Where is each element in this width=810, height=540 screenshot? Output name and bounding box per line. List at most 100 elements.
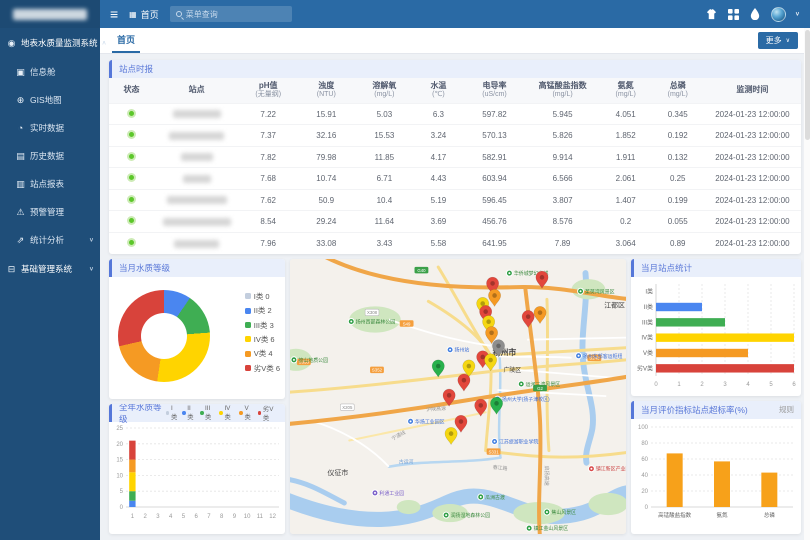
- sidebar-nav: ◉地表水质量监测系统∧▣信息舱⊕GIS地图◔实时数据▤历史数据▥站点报表⚠预警管…: [0, 28, 100, 284]
- table-cell: 7.62: [239, 189, 297, 211]
- sidebar-item-0-2[interactable]: ◔实时数据: [0, 114, 100, 142]
- table-cell: 50.9: [297, 189, 355, 211]
- layout-dashboard-icon[interactable]: [727, 8, 740, 21]
- table-cell: 79.98: [297, 146, 355, 168]
- table-row[interactable]: 8.5429.2411.643.69456.768.5760.20.055202…: [109, 211, 801, 233]
- svg-text:1: 1: [677, 382, 681, 388]
- legend-item[interactable]: III类 3: [245, 320, 280, 331]
- table-row[interactable]: 7.6250.910.45.19596.453.8071.4070.199202…: [109, 189, 801, 211]
- legend-item[interactable]: IV类: [219, 405, 235, 421]
- legend-item[interactable]: I类 0: [245, 291, 280, 302]
- legend-dot: [245, 351, 251, 357]
- legend-dot: [239, 411, 243, 415]
- table-cell: 29.24: [297, 211, 355, 233]
- month-grade-title: 当月水质等级: [119, 262, 170, 274]
- sidebar-group-1[interactable]: ⊟基础管理系统∨: [0, 254, 100, 284]
- map-poi[interactable]: 焦山风景区: [544, 509, 576, 516]
- exceed-rate-chart: 020406080100高锰酸盐指数氨氮总磷: [631, 419, 801, 530]
- legend-item[interactable]: III类: [200, 405, 215, 421]
- user-avatar[interactable]: [771, 7, 786, 22]
- exceed-rate-header: 当月评价指标站点超标率(%) 规则: [631, 401, 801, 419]
- map-poi[interactable]: 江苏旅游职业学院: [492, 438, 539, 445]
- svg-text:20: 20: [641, 489, 648, 495]
- legend-item[interactable]: II类: [182, 405, 196, 421]
- table-cell: 570.13: [463, 125, 525, 147]
- svg-text:3: 3: [723, 382, 727, 388]
- table-cell: 603.94: [463, 168, 525, 190]
- map-poi[interactable]: 扬州西部森林公园: [348, 318, 395, 325]
- svg-text:4: 4: [169, 514, 173, 520]
- breadcrumb[interactable]: ▦ 首页: [129, 8, 159, 21]
- sidebar-item-label: 信息舱: [30, 66, 56, 78]
- legend-item[interactable]: IV类 6: [245, 334, 280, 345]
- table-row[interactable]: 7.8279.9811.854.17582.919.9141.9110.1322…: [109, 146, 801, 168]
- sidebar-group-0[interactable]: ◉地表水质量监测系统∧: [0, 28, 100, 58]
- svg-text:5: 5: [769, 382, 773, 388]
- table-cell: 2024-01-23 12:00:00: [704, 189, 801, 211]
- svg-text:2: 2: [143, 514, 147, 520]
- svg-text:江苏旅游职业学院: 江苏旅游职业学院: [499, 438, 538, 445]
- table-cell: 32.16: [297, 125, 355, 147]
- map-poi[interactable]: 扬州东部客运枢纽: [576, 353, 623, 360]
- table-cell: 3.43: [355, 232, 413, 254]
- svg-text:25: 25: [116, 426, 123, 432]
- sidebar-item-0-4[interactable]: ▥站点报表: [0, 170, 100, 198]
- more-button[interactable]: 更多 ∨: [758, 32, 798, 49]
- map-poi[interactable]: 润扬湿地森林公园: [443, 512, 490, 519]
- navbar-actions: ∨: [705, 7, 800, 22]
- page-scrollbar[interactable]: [804, 28, 810, 540]
- legend-item[interactable]: I类: [166, 405, 178, 421]
- donut-legend: I类 0 II类 2 III类 3 IV类 6 V类 4 劣V类 6: [245, 291, 280, 374]
- legend-item[interactable]: V类 4: [245, 348, 280, 359]
- logo-blurred: [13, 9, 87, 20]
- svg-text:镇江金山风景区: 镇江金山风景区: [534, 525, 569, 532]
- legend-item[interactable]: 劣V类: [258, 404, 278, 422]
- status-dot: [127, 152, 136, 161]
- svg-text:广陵区: 广陵区: [503, 366, 521, 374]
- map-poi[interactable]: 瓜洲古渡: [478, 494, 505, 501]
- table-cell: 7.89: [526, 232, 600, 254]
- water-drop-icon[interactable]: [749, 8, 762, 21]
- legend-item[interactable]: II类 2: [245, 305, 280, 316]
- sidebar-item-label: 统计分析: [30, 234, 64, 246]
- table-row[interactable]: 7.3732.1615.533.24570.135.8261.8520.1922…: [109, 125, 801, 147]
- svg-text:0: 0: [645, 505, 649, 511]
- user-menu-caret-icon[interactable]: ∨: [795, 11, 800, 18]
- table-cell: 11.64: [355, 211, 413, 233]
- map-poi[interactable]: 扬州站: [447, 346, 469, 353]
- sidebar-item-0-3[interactable]: ▤历史数据: [0, 142, 100, 170]
- sidebar-item-0-1[interactable]: ⊕GIS地图: [0, 86, 100, 114]
- station-name-blurred: [173, 110, 221, 118]
- hamburger-icon[interactable]: ≡: [110, 7, 118, 21]
- svg-text:古运河: 古运河: [399, 458, 414, 465]
- table-row[interactable]: 7.2215.915.036.3597.825.9454.0510.345202…: [109, 103, 801, 125]
- svg-text:X205: X205: [342, 405, 353, 410]
- table-row[interactable]: 7.9633.083.435.58641.957.893.0640.892024…: [109, 232, 801, 254]
- map-panel[interactable]: G40S49S353S352S243S331G2X308X205 扬州市仪征市江…: [290, 259, 626, 534]
- sidebar-item-0-5[interactable]: ⚠预警管理: [0, 198, 100, 226]
- legend-item[interactable]: V类: [239, 405, 253, 421]
- svg-text:江都区: 江都区: [604, 301, 625, 309]
- map-poi[interactable]: 利通工业园: [372, 490, 404, 497]
- map-poi[interactable]: 扬州大学(扬子津校区): [495, 396, 550, 403]
- table-cell: 2024-01-23 12:00:00: [704, 146, 801, 168]
- table-row[interactable]: 7.6810.746.714.43603.946.5662.0610.25202…: [109, 168, 801, 190]
- menu-search-input[interactable]: 菜单查询: [170, 6, 292, 22]
- svg-text:10: 10: [244, 514, 251, 520]
- tab-home[interactable]: 首页: [112, 28, 140, 53]
- status-dot: [127, 109, 136, 118]
- theme-skin-icon[interactable]: [705, 8, 718, 21]
- gis-map[interactable]: G40S49S353S352S243S331G2X308X205 扬州市仪征市江…: [290, 259, 626, 534]
- column-header: 监测时间: [704, 78, 801, 103]
- month-station-title: 当月站点统计: [641, 262, 692, 274]
- svg-text:5: 5: [182, 514, 186, 520]
- legend-label: IV类 6: [254, 334, 275, 345]
- legend-label: 劣V类: [263, 404, 278, 422]
- exceed-rate-link[interactable]: 规则: [779, 404, 794, 415]
- sidebar-item-0-0[interactable]: ▣信息舱: [0, 58, 100, 86]
- legend-item[interactable]: 劣V类 6: [245, 363, 280, 374]
- table-cell: 641.95: [463, 232, 525, 254]
- table-cell: 2024-01-23 12:00:00: [704, 103, 801, 125]
- sidebar-item-0-6[interactable]: ⇗统计分析∨: [0, 226, 100, 254]
- page-scrollbar-thumb[interactable]: [805, 30, 810, 140]
